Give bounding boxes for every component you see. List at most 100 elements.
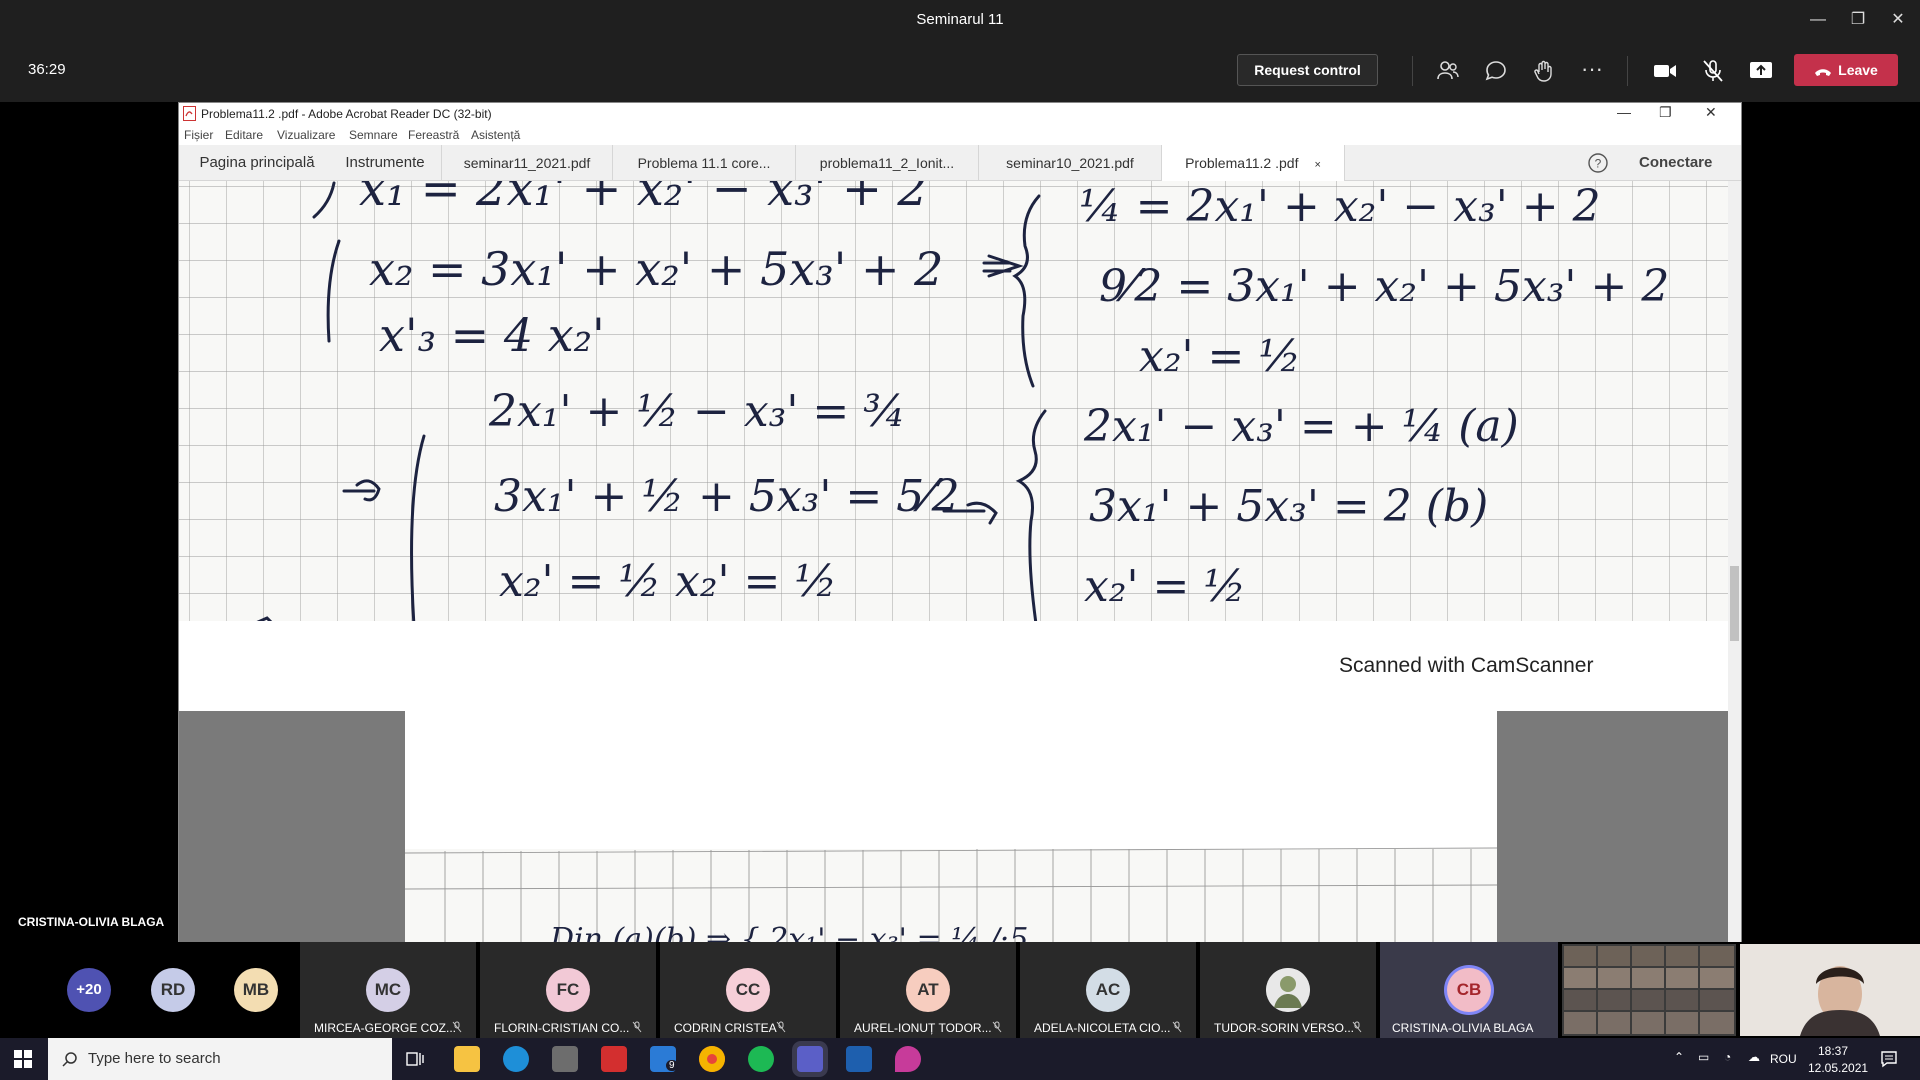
vertical-scrollbar[interactable] [1728, 181, 1741, 943]
mic-muted-icon [1172, 1021, 1182, 1033]
acrobat-restore-icon[interactable]: ❐ [1659, 104, 1672, 121]
mail-badge: 9 [666, 1060, 678, 1071]
taskbar-search-box[interactable]: Type here to search [48, 1038, 392, 1080]
svg-text:x₂' = ½ x₂' = ½: x₂' = ½ x₂' = ½ [499, 556, 837, 607]
windows-start-icon[interactable] [14, 1050, 32, 1068]
mic-muted-icon [776, 1021, 786, 1033]
pdf-page: Din (a)(b) ⇒ { 2x₁' − x₃' = ¼ /·5 [404, 711, 1498, 943]
menu-view[interactable]: Vizualizare [277, 128, 335, 142]
participants-icon[interactable] [1435, 58, 1461, 84]
divider [1412, 56, 1413, 86]
participant-tile[interactable]: AT AUREL-IONUȚ TODOR... [840, 942, 1016, 1038]
participant-tile[interactable]: CC CODRIN CRISTEA [660, 942, 836, 1038]
avatar[interactable]: MB [234, 968, 278, 1012]
tray-expand-icon[interactable]: ⌃ [1674, 1050, 1684, 1064]
divider [1627, 56, 1628, 86]
avatar[interactable]: RD [151, 968, 195, 1012]
svg-text:Din (a)(b) ⇒ { 2x₁' − x₃' = ¼: Din (a)(b) ⇒ { 2x₁' − x₃' = ¼ /·5 [549, 922, 1028, 943]
mic-muted-icon [1352, 1021, 1362, 1033]
avatar: FC [546, 968, 590, 1012]
wifi-icon[interactable]: ◔ [1724, 1050, 1731, 1064]
participant-tile[interactable]: AC ADELA-NICOLETA CIO... [1020, 942, 1196, 1038]
meeting-title: Seminarul 11 [916, 11, 1004, 28]
request-control-button[interactable]: Request control [1237, 54, 1378, 86]
teams-title-bar: Seminarul 11 — ❐ ✕ [0, 0, 1920, 40]
edge-icon[interactable] [503, 1046, 529, 1072]
handwritten-scan-image: x₁ = 2x₁' + x₂' − x₃' + 2 x₂ = 3x₁' + x₂… [179, 181, 1728, 621]
store-icon[interactable] [552, 1046, 578, 1072]
restore-icon[interactable]: ❐ [1846, 8, 1870, 32]
acrobat-tab-bar: Pagina principală Instrumente seminar11_… [179, 145, 1741, 181]
menu-edit[interactable]: Editare [225, 128, 263, 142]
sign-in-button[interactable]: Conectare [1639, 154, 1712, 171]
share-screen-icon[interactable] [1748, 58, 1774, 84]
avatar: AC [1086, 968, 1130, 1012]
tab-document[interactable]: problema11_2_Ionit... [796, 145, 979, 181]
tab-document-active[interactable]: Problema11.2 .pdf × [1162, 145, 1345, 181]
tab-document[interactable]: Problema 11.1 core... [613, 145, 796, 181]
tab-home[interactable]: Pagina principală [179, 145, 335, 181]
acrobat-window: Problema11.2 .pdf - Adobe Acrobat Reader… [178, 102, 1742, 943]
participant-tile-speaking[interactable]: CB CRISTINA-OLIVIA BLAGA [1380, 942, 1558, 1038]
teams-icon[interactable] [797, 1046, 823, 1072]
acrobat-window-title: Problema11.2 .pdf - Adobe Acrobat Reader… [201, 107, 492, 121]
notifications-icon[interactable] [1880, 1050, 1898, 1068]
more-participants-button[interactable]: +20 [67, 968, 111, 1012]
participant-tile[interactable]: FC FLORIN-CRISTIAN CO... [480, 942, 656, 1038]
search-placeholder: Type here to search [88, 1050, 221, 1067]
task-view-icon[interactable] [406, 1050, 424, 1068]
network-icon[interactable]: ▭ [1698, 1050, 1709, 1064]
mail-icon[interactable]: 9 [650, 1046, 678, 1072]
input-language[interactable]: ROU [1770, 1052, 1797, 1066]
acrobat-close-icon[interactable]: ✕ [1705, 104, 1717, 121]
mic-muted-icon[interactable] [1700, 58, 1726, 84]
self-view-video[interactable] [1740, 944, 1920, 1036]
participant-tile[interactable]: TUDOR-SORIN VERSO... [1200, 942, 1376, 1038]
file-explorer-icon[interactable] [454, 1046, 480, 1072]
participant-name: TUDOR-SORIN VERSO... [1214, 1021, 1355, 1035]
paint-icon[interactable] [895, 1046, 921, 1072]
svg-text:?: ? [1595, 157, 1602, 171]
camera-icon[interactable] [1652, 58, 1678, 84]
whiteboard-icon[interactable] [846, 1046, 872, 1072]
acrobat-icon[interactable] [601, 1046, 627, 1072]
svg-text:¼ = 2x₁' + x₂' − x₃' + 2: ¼ = 2x₁' + x₂' − x₃' + 2 [1079, 181, 1601, 232]
menu-sign[interactable]: Semnare [349, 128, 398, 142]
chat-icon[interactable] [1483, 58, 1509, 84]
more-actions-icon[interactable]: ··· [1579, 58, 1605, 84]
gallery-thumbnail-image[interactable] [1562, 944, 1736, 1036]
tab-document[interactable]: seminar11_2021.pdf [441, 145, 613, 181]
spotify-icon[interactable] [748, 1046, 774, 1072]
acrobat-menu-bar: Fișier Editare Vizualizare Semnare Ferea… [179, 125, 1741, 145]
search-icon [62, 1052, 77, 1067]
leave-label: Leave [1838, 62, 1878, 78]
document-view[interactable]: x₁ = 2x₁' + x₂' − x₃' + 2 x₂ = 3x₁' + x₂… [179, 181, 1728, 943]
raise-hand-icon[interactable] [1531, 58, 1557, 84]
participant-tile[interactable]: MC MIRCEA-GEORGE COZ... [300, 942, 476, 1038]
clock-date[interactable]: 12.05.2021 [1808, 1061, 1868, 1075]
svg-text:x₁ = 2x₁' + x₂' − x₃' + 2: x₁ = 2x₁' + x₂' − x₃' + 2 [359, 181, 928, 217]
avatar: CC [726, 968, 770, 1012]
acrobat-minimize-icon[interactable]: — [1617, 104, 1631, 120]
close-tab-icon[interactable]: × [1314, 159, 1320, 171]
avatar: MC [366, 968, 410, 1012]
svg-text:x₂' = ½: x₂' = ½ [1084, 561, 1246, 612]
menu-file[interactable]: Fișier [184, 128, 213, 142]
chrome-icon[interactable] [699, 1046, 725, 1072]
tab-tools[interactable]: Instrumente [335, 145, 435, 181]
scrollbar-thumb[interactable] [1730, 566, 1739, 641]
leave-button[interactable]: Leave [1794, 54, 1898, 86]
call-controls-bar: 36:29 Request control ··· Leave [0, 40, 1920, 102]
onedrive-icon[interactable]: ☁ [1748, 1050, 1760, 1064]
menu-window[interactable]: Fereastră [408, 128, 459, 142]
help-icon[interactable]: ? [1587, 152, 1609, 174]
minimize-icon[interactable]: — [1806, 8, 1830, 32]
pdf-file-icon [183, 106, 196, 121]
svg-text:2x₁' − x₃' = + ¼ (a): 2x₁' − x₃' = + ¼ (a) [1083, 401, 1519, 452]
tab-document[interactable]: seminar10_2021.pdf [979, 145, 1162, 181]
close-icon[interactable]: ✕ [1886, 8, 1910, 32]
menu-help[interactable]: Asistență [471, 128, 520, 142]
windows-taskbar: Type here to search 9 ⌃ ▭ ◔ ☁ ROU 18:37 … [0, 1038, 1920, 1080]
mic-muted-icon [992, 1021, 1002, 1033]
clock-time[interactable]: 18:37 [1818, 1044, 1848, 1058]
